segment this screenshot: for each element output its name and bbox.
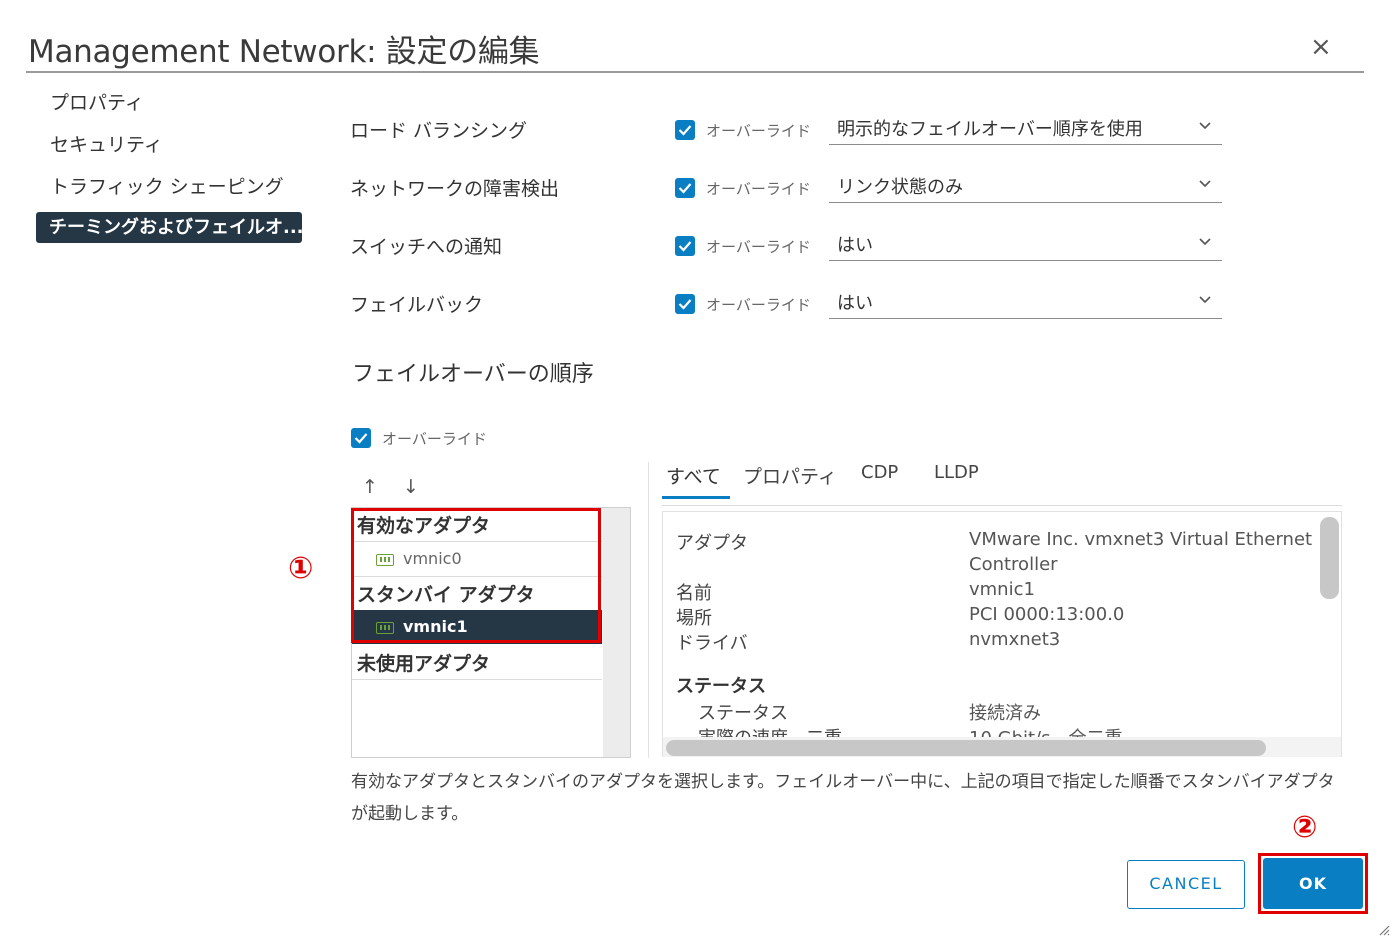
adapter-details-panel: アダプタ VMware Inc. vmxnet3 Virtual Etherne… (662, 511, 1342, 757)
load-balancing-override-checkbox[interactable] (675, 120, 695, 140)
tab-cdp[interactable]: CDP (861, 462, 898, 483)
chevron-down-icon (1199, 180, 1211, 188)
detail-name-value: vmnic1 (969, 579, 1035, 600)
nav-item-security[interactable]: セキュリティ (50, 130, 163, 157)
notify-switches-select[interactable]: はい (829, 228, 1222, 261)
chevron-down-icon (1199, 296, 1211, 304)
failback-override-checkbox[interactable] (675, 294, 695, 314)
detail-name-key: 名前 (676, 583, 712, 604)
load-balancing-label: ロード バランシング (350, 120, 528, 142)
close-icon[interactable]: × (1310, 34, 1332, 60)
chevron-down-icon (1199, 238, 1211, 246)
detail-driver-value: nvmxnet3 (969, 629, 1061, 650)
detail-adapter-value: VMware Inc. vmxnet3 Virtual Ethernet (969, 529, 1313, 550)
unused-adapters-header: 未使用アダプタ (357, 653, 491, 675)
checkmark-icon (678, 241, 692, 252)
notify-switches-override-label: オーバーライド (706, 238, 811, 256)
details-h-scrollbar[interactable] (666, 740, 1266, 756)
load-balancing-value: 明示的なフェイルオーバー順序を使用 (837, 119, 1143, 140)
tab-all[interactable]: すべて (666, 462, 721, 489)
failure-detection-override-checkbox[interactable] (675, 178, 695, 198)
detail-status-key: ステータス (698, 703, 788, 724)
failover-description: 有効なアダプタとスタンバイのアダプタを選択します。フェイルオーバー中に、上記の項… (351, 772, 1335, 824)
failback-value: はい (837, 293, 873, 314)
detail-location-key: 場所 (676, 608, 712, 629)
tab-divider (662, 505, 1342, 506)
detail-status-header: ステータス (676, 676, 766, 697)
detail-status-value: 接続済み (969, 703, 1041, 724)
checkmark-icon (678, 125, 692, 136)
annotation-box-2 (1258, 853, 1368, 914)
load-balancing-override-label: オーバーライド (706, 122, 811, 140)
failure-detection-value: リンク状態のみ (837, 177, 963, 198)
active-tab-indicator (662, 496, 730, 499)
failback-label: フェイルバック (350, 294, 484, 316)
failover-override-label: オーバーライド (382, 430, 487, 448)
cancel-button[interactable]: CANCEL (1127, 860, 1245, 909)
load-balancing-select[interactable]: 明示的なフェイルオーバー順序を使用 (829, 112, 1222, 145)
chevron-down-icon (1199, 122, 1211, 130)
panel-divider (648, 462, 649, 758)
notify-switches-override-checkbox[interactable] (675, 236, 695, 256)
failover-override-checkbox[interactable] (351, 428, 371, 448)
adapter-list-scrollbar[interactable] (603, 508, 630, 757)
checkmark-icon (678, 299, 692, 310)
failure-detection-select[interactable]: リンク状態のみ (829, 170, 1222, 203)
failback-select[interactable]: はい (829, 286, 1222, 319)
detail-adapter-value-cont: Controller (969, 554, 1058, 575)
failure-detection-label: ネットワークの障害検出 (350, 178, 560, 200)
annotation-badge-2: ② (1292, 810, 1318, 845)
detail-driver-key: ドライバ (676, 633, 748, 654)
details-v-scrollbar[interactable] (1320, 517, 1339, 599)
failure-detection-override-label: オーバーライド (706, 180, 811, 198)
detail-location-value: PCI 0000:13:00.0 (969, 604, 1125, 625)
list-divider (352, 679, 602, 680)
move-up-icon[interactable]: ↑ (362, 476, 378, 498)
failback-override-label: オーバーライド (706, 296, 811, 314)
dialog-title: Management Network: 設定の編集 (28, 34, 540, 70)
notify-switches-value: はい (837, 235, 873, 256)
title-divider (26, 71, 1364, 73)
failover-order-title: フェイルオーバーの順序 (352, 362, 594, 387)
nav-item-teaming-failover[interactable]: チーミングおよびフェイルオ... (36, 212, 302, 243)
detail-adapter-key: アダプタ (676, 533, 748, 554)
nav-item-properties[interactable]: プロパティ (50, 88, 144, 115)
notify-switches-label: スイッチへの通知 (350, 236, 503, 258)
move-down-icon[interactable]: ↓ (403, 476, 419, 498)
resize-handle-icon[interactable] (1378, 924, 1390, 936)
nav-item-traffic-shaping[interactable]: トラフィック シェーピング (50, 172, 284, 199)
checkmark-icon (678, 183, 692, 194)
tab-lldp[interactable]: LLDP (934, 462, 979, 483)
tab-properties[interactable]: プロパティ (743, 462, 837, 489)
checkmark-icon (354, 433, 368, 444)
annotation-badge-1: ① (288, 551, 314, 586)
annotation-box-1 (351, 508, 601, 643)
